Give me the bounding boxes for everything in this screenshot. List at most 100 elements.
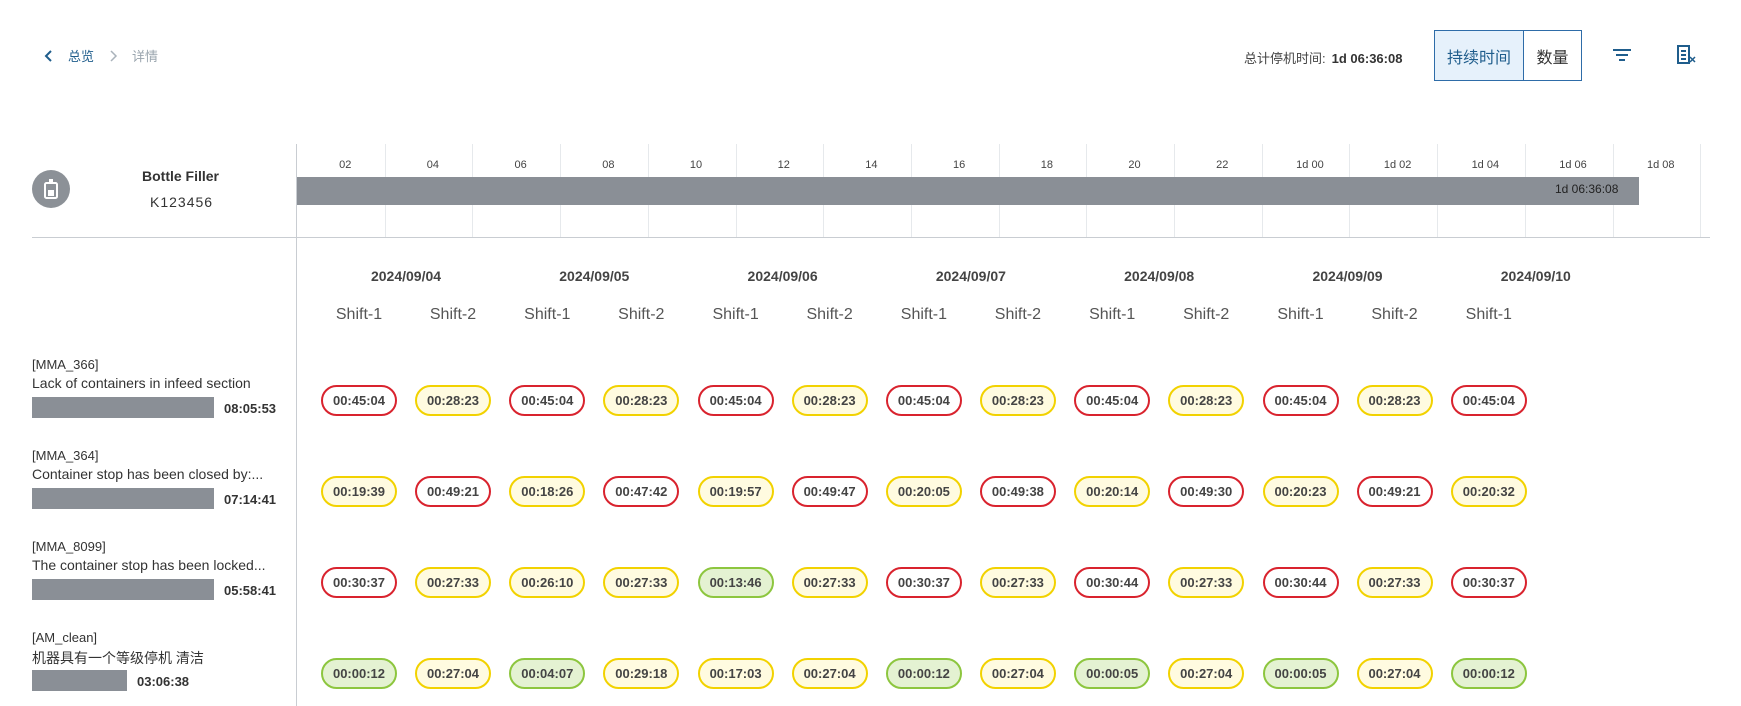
downtime-pill[interactable]: 00:28:23: [1168, 385, 1245, 416]
downtime-pill[interactable]: 00:00:12: [1450, 658, 1527, 689]
shift-header: Shift-1: [900, 306, 948, 323]
downtime-pill[interactable]: 00:00:05: [1262, 658, 1339, 689]
reason-total: 08:05:53: [224, 401, 277, 416]
downtime-pill[interactable]: 00:29:18: [603, 658, 680, 689]
downtime-pill[interactable]: 00:47:42: [603, 476, 680, 507]
downtime-pill[interactable]: 00:20:32: [1450, 476, 1527, 507]
downtime-pill[interactable]: 00:30:37: [321, 567, 397, 598]
reason-code: [MMA_366]: [32, 357, 99, 372]
downtime-pill[interactable]: 00:27:04: [1168, 658, 1245, 689]
downtime-pill[interactable]: 00:00:05: [1074, 658, 1151, 689]
downtime-pill[interactable]: 00:45:04: [1074, 385, 1151, 416]
total-downtime-label: 总计停机时间:: [1244, 51, 1326, 66]
timeline-tick-label: 18: [1040, 159, 1053, 171]
reason-description: 机器具有一个等级停机 清洁: [32, 650, 204, 666]
date-header: 2024/09/10: [1500, 268, 1571, 284]
downtime-pill[interactable]: 00:00:12: [885, 658, 962, 689]
reason-code: [AM_clean]: [32, 630, 98, 645]
reason-description: Container stop has been closed by:...: [32, 466, 264, 482]
downtime-pill[interactable]: 00:28:23: [603, 385, 680, 416]
date-header: 2024/09/08: [1124, 268, 1195, 284]
downtime-pill[interactable]: 00:19:57: [697, 476, 774, 507]
reason-total-bar: [32, 488, 214, 509]
downtime-pill[interactable]: 00:45:04: [1450, 385, 1527, 416]
shift-header: Shift-2: [994, 306, 1042, 323]
total-downtime: 总计停机时间: 1d 06:36:08: [1244, 48, 1402, 67]
timeline-tick-label: 12: [777, 159, 790, 171]
reason-description: The container stop has been locked...: [32, 557, 266, 573]
breadcrumb: 总览 详情: [42, 46, 158, 65]
downtime-pill[interactable]: 00:18:26: [509, 476, 586, 507]
shift-header: Shift-2: [1371, 306, 1418, 323]
downtime-pill[interactable]: 00:19:39: [321, 476, 397, 507]
bottle-filler-icon: [32, 170, 70, 208]
downtime-pill[interactable]: 00:49:21: [415, 476, 491, 507]
reason-total: 07:14:41: [224, 492, 277, 507]
downtime-pill[interactable]: 00:27:33: [1168, 567, 1245, 598]
downtime-pill[interactable]: 00:45:04: [697, 385, 774, 416]
downtime-pill[interactable]: 00:49:21: [1356, 476, 1433, 507]
downtime-pill[interactable]: 00:04:07: [509, 658, 586, 689]
downtime-pill[interactable]: 00:45:04: [321, 385, 397, 416]
downtime-pill[interactable]: 00:28:23: [415, 385, 491, 416]
downtime-pill[interactable]: 00:30:44: [1262, 567, 1339, 598]
shift-header: Shift-1: [335, 306, 383, 323]
downtime-pill[interactable]: 00:28:23: [979, 385, 1056, 416]
reason-total-bar: [32, 397, 214, 418]
downtime-pill[interactable]: 00:49:30: [1168, 476, 1245, 507]
downtime-pill[interactable]: 00:17:03: [697, 658, 774, 689]
timeline-tick-label: 1d 06: [1559, 159, 1587, 171]
timeline-tick-label: 1d 00: [1296, 159, 1324, 171]
timeline-gridline: [1700, 144, 1702, 237]
shift-header: Shift-2: [429, 306, 477, 323]
downtime-pill[interactable]: 00:27:04: [791, 658, 868, 689]
chevron-right-icon: [110, 49, 118, 62]
breadcrumb-current: 详情: [132, 49, 159, 64]
view-toggle: 持续时间 数量: [1434, 30, 1582, 81]
timeline-tick-label: 22: [1216, 159, 1229, 171]
downtime-pill[interactable]: 00:27:04: [415, 658, 491, 689]
export-xls-icon[interactable]: [1676, 45, 1696, 65]
downtime-pill[interactable]: 00:20:23: [1262, 476, 1339, 507]
reason-total-bar: [32, 670, 127, 691]
downtime-pill[interactable]: 00:30:37: [1450, 567, 1527, 598]
downtime-pill[interactable]: 00:27:33: [1356, 567, 1433, 598]
machine-id: K123456: [150, 194, 214, 210]
downtime-pill[interactable]: 00:13:46: [697, 567, 774, 598]
count-toggle-button[interactable]: 数量: [1524, 31, 1581, 80]
downtime-pill[interactable]: 00:27:33: [979, 567, 1056, 598]
downtime-pill[interactable]: 00:27:04: [1356, 658, 1433, 689]
shift-header: Shift-1: [712, 306, 759, 323]
downtime-pill[interactable]: 00:28:23: [791, 385, 868, 416]
timeline-tick-label: 10: [689, 159, 703, 171]
downtime-pill[interactable]: 00:49:47: [791, 476, 868, 507]
chevron-left-icon[interactable]: [42, 49, 56, 63]
reason-total-bar: [32, 579, 214, 600]
timeline-tick-label: 1d 04: [1471, 159, 1500, 171]
downtime-pill[interactable]: 00:45:04: [885, 385, 962, 416]
timeline-tick-label: 06: [514, 159, 527, 171]
date-header: 2024/09/04: [370, 268, 442, 284]
downtime-pill[interactable]: 00:00:12: [321, 658, 397, 689]
reason-code: [MMA_8099]: [32, 539, 106, 554]
shift-header: Shift-2: [806, 306, 853, 323]
total-downtime-value: 1d 06:36:08: [1331, 51, 1403, 66]
downtime-pill[interactable]: 00:45:04: [509, 385, 586, 416]
downtime-pill[interactable]: 00:27:33: [603, 567, 680, 598]
breadcrumb-home-link[interactable]: 总览: [68, 46, 94, 65]
downtime-pill[interactable]: 00:45:04: [1262, 385, 1339, 416]
duration-toggle-button[interactable]: 持续时间: [1435, 31, 1524, 80]
downtime-pill[interactable]: 00:27:33: [415, 567, 491, 598]
date-header: 2024/09/05: [559, 268, 630, 284]
downtime-pill[interactable]: 00:27:33: [791, 567, 868, 598]
downtime-pill[interactable]: 00:28:23: [1356, 385, 1433, 416]
downtime-pill[interactable]: 00:20:14: [1074, 476, 1151, 507]
filter-icon[interactable]: [1612, 47, 1632, 63]
downtime-pill[interactable]: 00:49:38: [979, 476, 1056, 507]
reason-code: [MMA_364]: [32, 448, 99, 463]
downtime-pill[interactable]: 00:26:10: [509, 567, 586, 598]
downtime-pill[interactable]: 00:30:37: [885, 567, 962, 598]
downtime-pill[interactable]: 00:30:44: [1074, 567, 1151, 598]
downtime-pill[interactable]: 00:20:05: [885, 476, 962, 507]
downtime-pill[interactable]: 00:27:04: [979, 658, 1056, 689]
